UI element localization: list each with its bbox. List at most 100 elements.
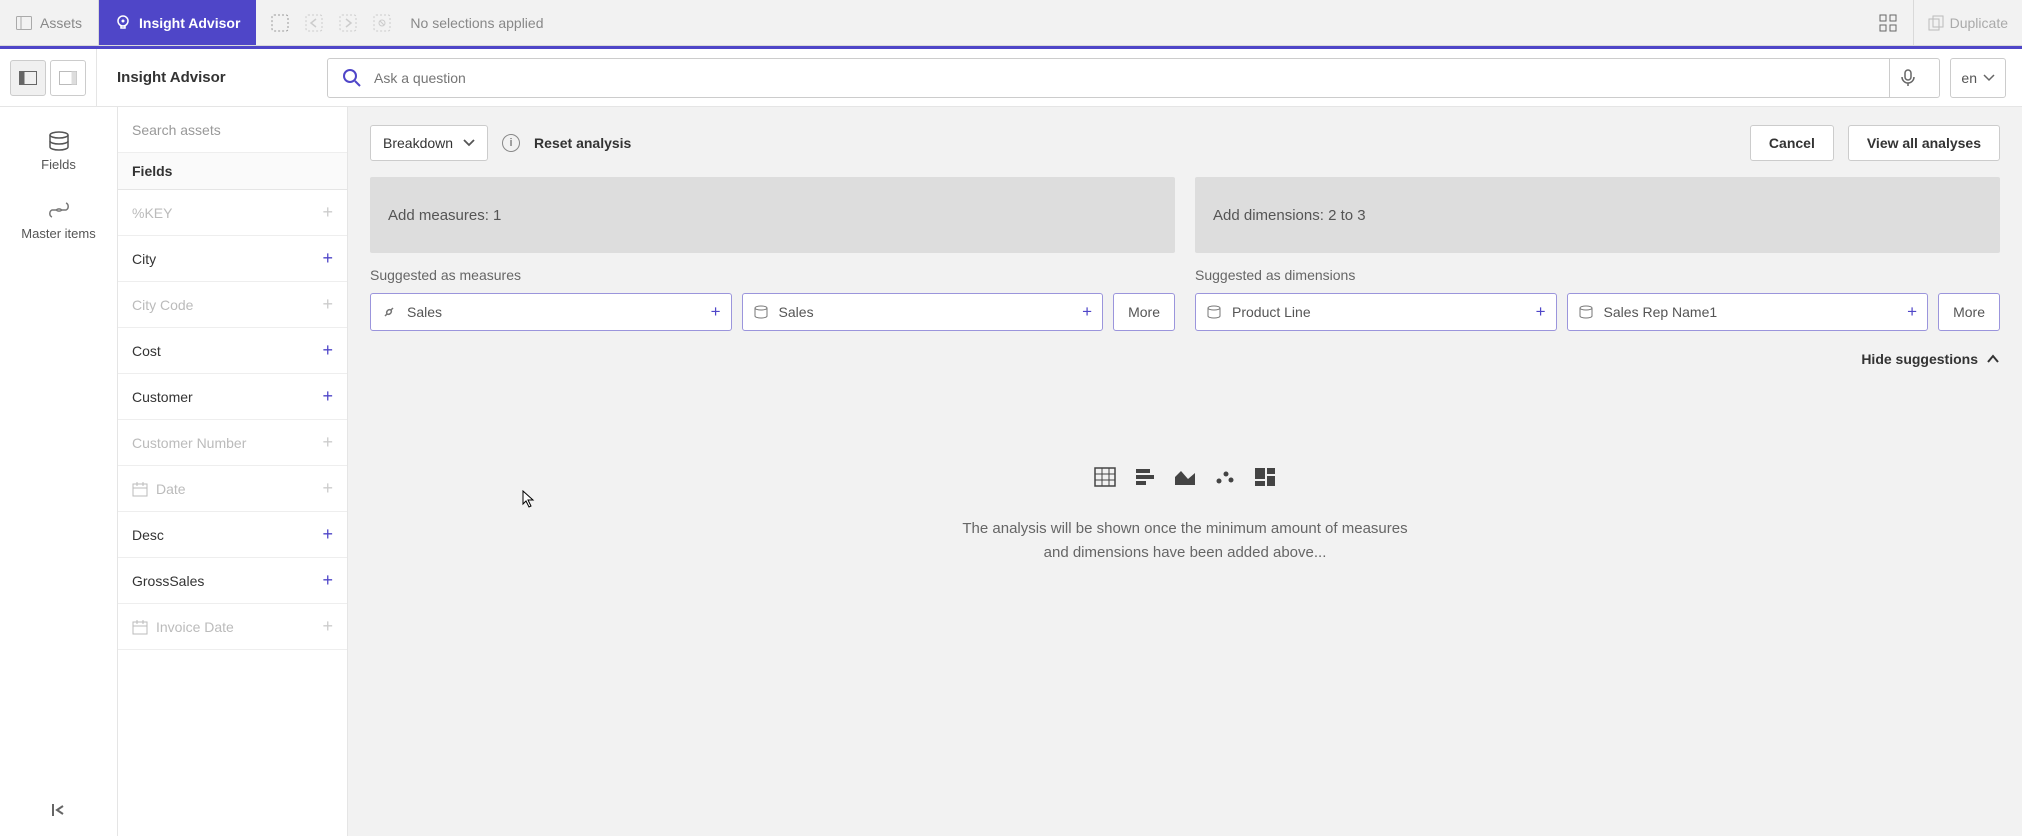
add-chip-button[interactable]: + xyxy=(711,302,721,322)
add-field-button[interactable]: + xyxy=(322,294,333,315)
chevron-down-icon xyxy=(463,139,475,147)
field-row[interactable]: Cost+ xyxy=(118,328,347,374)
add-field-button[interactable]: + xyxy=(322,570,333,591)
view-all-analyses-button[interactable]: View all analyses xyxy=(1848,125,2000,161)
field-row[interactable]: %KEY+ xyxy=(118,190,347,236)
duplicate-button[interactable]: Duplicate xyxy=(1913,0,2022,45)
add-field-button[interactable]: + xyxy=(322,478,333,499)
suggestion-chip[interactable]: Product Line + xyxy=(1195,293,1557,331)
suggestion-chip[interactable]: Sales + xyxy=(742,293,1104,331)
add-field-button[interactable]: + xyxy=(322,524,333,545)
fields-list[interactable]: %KEY+ City+ City Code+ Cost+ Customer+ C… xyxy=(118,190,347,836)
nav-item-master-items[interactable]: Master items xyxy=(0,186,117,255)
suggestion-chip[interactable]: Sales + xyxy=(370,293,732,331)
add-field-button[interactable]: + xyxy=(322,386,333,407)
drop-zones-row: Add measures: 1 Suggested as measures Sa… xyxy=(370,177,2000,331)
suggestion-chip[interactable]: Sales Rep Name1 + xyxy=(1567,293,1929,331)
fields-header: Fields xyxy=(118,153,347,190)
database-icon xyxy=(1578,304,1594,320)
search-input[interactable] xyxy=(374,70,1877,86)
duplicate-icon xyxy=(1928,15,1944,31)
fields-panel: Search assets Fields %KEY+ City+ City Co… xyxy=(118,107,348,836)
add-chip-button[interactable]: + xyxy=(1536,302,1546,322)
link-icon xyxy=(381,304,397,320)
lightbulb-icon xyxy=(115,15,131,31)
add-field-button[interactable]: + xyxy=(322,340,333,361)
suggested-measures-label: Suggested as measures xyxy=(370,267,1175,283)
dimension-chips: Product Line + Sales Rep Name1 + More xyxy=(1195,293,2000,331)
chevron-up-icon xyxy=(1986,354,2000,364)
dimensions-drop-zone[interactable]: Add dimensions: 2 to 3 xyxy=(1195,177,2000,253)
database-icon xyxy=(48,131,70,151)
step-back-icon[interactable] xyxy=(302,11,326,35)
search-icon xyxy=(342,68,362,88)
subheader: Insight Advisor en xyxy=(0,49,2022,107)
top-toolbar: Assets Insight Advisor No selections app… xyxy=(0,0,2022,46)
treemap-icon xyxy=(1254,467,1276,487)
hide-suggestions-button[interactable]: Hide suggestions xyxy=(1861,351,2000,367)
field-row[interactable]: GrossSales+ xyxy=(118,558,347,604)
bar-chart-icon xyxy=(1134,467,1156,487)
field-row[interactable]: Desc+ xyxy=(118,512,347,558)
duplicate-label: Duplicate xyxy=(1950,15,2008,31)
add-chip-button[interactable]: + xyxy=(1907,302,1917,322)
no-selections-label: No selections applied xyxy=(410,15,543,31)
page-title: Insight Advisor xyxy=(97,69,327,86)
chevron-down-icon xyxy=(1983,74,1995,82)
selection-tool-icon[interactable] xyxy=(268,11,292,35)
language-selector[interactable]: en xyxy=(1950,58,2006,98)
add-field-button[interactable]: + xyxy=(322,202,333,223)
panel-toggle-group xyxy=(0,49,97,106)
chart-type-icons xyxy=(1094,467,1276,487)
field-row[interactable]: Date+ xyxy=(118,466,347,512)
show-left-panel-button[interactable] xyxy=(10,60,46,96)
calendar-icon xyxy=(132,481,148,497)
selection-tools: No selections applied xyxy=(256,11,555,35)
cancel-button[interactable]: Cancel xyxy=(1750,125,1834,161)
add-field-button[interactable]: + xyxy=(322,432,333,453)
suggested-dimensions-label: Suggested as dimensions xyxy=(1195,267,2000,283)
add-field-button[interactable]: + xyxy=(322,248,333,269)
step-forward-icon[interactable] xyxy=(336,11,360,35)
calendar-icon xyxy=(132,619,148,635)
field-row[interactable]: Customer+ xyxy=(118,374,347,420)
clear-selection-icon[interactable] xyxy=(370,11,394,35)
add-chip-button[interactable]: + xyxy=(1082,302,1092,322)
left-nav: Fields Master items xyxy=(0,107,118,836)
search-assets-input[interactable]: Search assets xyxy=(118,107,347,153)
reset-analysis-button[interactable]: Reset analysis xyxy=(534,135,631,151)
search-container xyxy=(327,58,1940,98)
assets-label: Assets xyxy=(40,15,82,31)
assets-tab[interactable]: Assets xyxy=(0,0,99,45)
database-icon xyxy=(753,304,769,320)
nav-fields-label: Fields xyxy=(41,157,76,172)
show-right-panel-button[interactable] xyxy=(50,60,86,96)
more-dimensions-button[interactable]: More xyxy=(1938,293,2000,331)
insight-advisor-tab[interactable]: Insight Advisor xyxy=(99,0,256,45)
microphone-icon xyxy=(1901,69,1915,87)
measures-drop-zone[interactable]: Add measures: 1 xyxy=(370,177,1175,253)
language-label: en xyxy=(1961,70,1977,86)
placeholder-message: The analysis will be shown once the mini… xyxy=(955,517,1415,565)
nav-master-items-label: Master items xyxy=(21,226,95,241)
area-chart-icon xyxy=(1174,467,1196,487)
scatter-icon xyxy=(1214,467,1236,487)
link-icon xyxy=(49,200,69,220)
analysis-type-dropdown[interactable]: Breakdown xyxy=(370,125,488,161)
more-measures-button[interactable]: More xyxy=(1113,293,1175,331)
field-row[interactable]: Invoice Date+ xyxy=(118,604,347,650)
field-row[interactable]: City+ xyxy=(118,236,347,282)
collapse-icon xyxy=(51,802,67,818)
field-row[interactable]: Customer Number+ xyxy=(118,420,347,466)
microphone-button[interactable] xyxy=(1889,59,1925,97)
panel-icon xyxy=(16,16,32,30)
field-row[interactable]: City Code+ xyxy=(118,282,347,328)
nav-item-fields[interactable]: Fields xyxy=(0,117,117,186)
info-icon[interactable]: i xyxy=(502,134,520,152)
table-icon xyxy=(1094,467,1116,487)
add-field-button[interactable]: + xyxy=(322,616,333,637)
collapse-panel-button[interactable] xyxy=(51,802,67,818)
measure-chips: Sales + Sales + More xyxy=(370,293,1175,331)
grid-icon[interactable] xyxy=(1879,14,1897,32)
analysis-placeholder: The analysis will be shown once the mini… xyxy=(370,397,2000,565)
